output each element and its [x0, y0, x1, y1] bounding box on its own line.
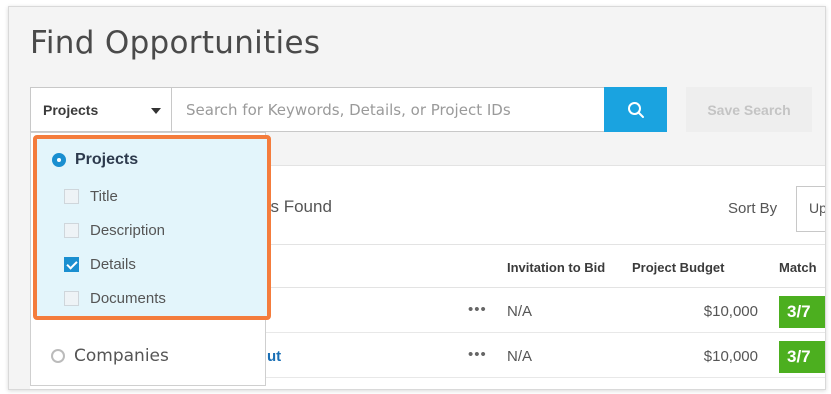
page-title: Find Opportunities — [30, 25, 321, 61]
documents-checkbox[interactable] — [64, 291, 79, 306]
save-search-button[interactable]: Save Search — [686, 87, 812, 132]
invitation-value: N/A — [507, 348, 533, 365]
projects-radio[interactable] — [52, 153, 66, 167]
column-match[interactable]: Match — [779, 260, 817, 275]
more-options-icon[interactable]: ••• — [468, 301, 487, 318]
description-label: Description — [90, 222, 166, 239]
search-type-value: Projects — [43, 101, 99, 118]
title-label: Title — [90, 188, 118, 205]
checkbox-details[interactable]: Details — [64, 256, 136, 273]
search-icon — [627, 101, 644, 118]
project-name-link[interactable]: ut — [267, 348, 281, 365]
documents-label: Documents — [90, 290, 166, 307]
search-type-select[interactable]: Projects — [30, 87, 172, 132]
more-options-icon[interactable]: ••• — [468, 346, 487, 363]
search-button[interactable] — [604, 87, 667, 132]
invitation-value: N/A — [507, 303, 533, 320]
column-invitation[interactable]: Invitation to Bid — [507, 260, 605, 275]
projects-options-highlight: Projects Title Description Details Docum… — [33, 135, 271, 320]
title-checkbox[interactable] — [64, 189, 79, 204]
sort-select[interactable]: Up — [796, 186, 825, 232]
companies-label: Companies — [74, 346, 169, 366]
match-badge: 3/7 — [779, 341, 825, 373]
budget-value: $10,000 — [703, 303, 758, 320]
details-checkbox[interactable] — [64, 257, 79, 272]
app-window: Find Opportunities Projects Search for K… — [8, 6, 826, 390]
projects-label: Projects — [75, 151, 139, 168]
details-label: Details — [90, 256, 136, 273]
option-companies[interactable]: Companies — [51, 346, 169, 366]
results-count: lts Found — [262, 197, 332, 216]
search-input[interactable]: Search for Keywords, Details, or Project… — [172, 87, 606, 132]
companies-radio[interactable] — [51, 349, 65, 363]
chevron-down-icon — [151, 108, 161, 114]
column-budget[interactable]: Project Budget — [632, 260, 724, 275]
budget-value: $10,000 — [703, 348, 758, 365]
checkbox-description[interactable]: Description — [64, 222, 165, 239]
sort-label: Sort By — [728, 200, 778, 217]
option-projects[interactable]: Projects — [52, 151, 138, 169]
description-checkbox[interactable] — [64, 223, 79, 238]
match-badge: 3/7 — [779, 296, 825, 328]
checkbox-title[interactable]: Title — [64, 188, 118, 205]
search-placeholder: Search for Keywords, Details, or Project… — [186, 100, 511, 119]
checkbox-documents[interactable]: Documents — [64, 290, 166, 307]
